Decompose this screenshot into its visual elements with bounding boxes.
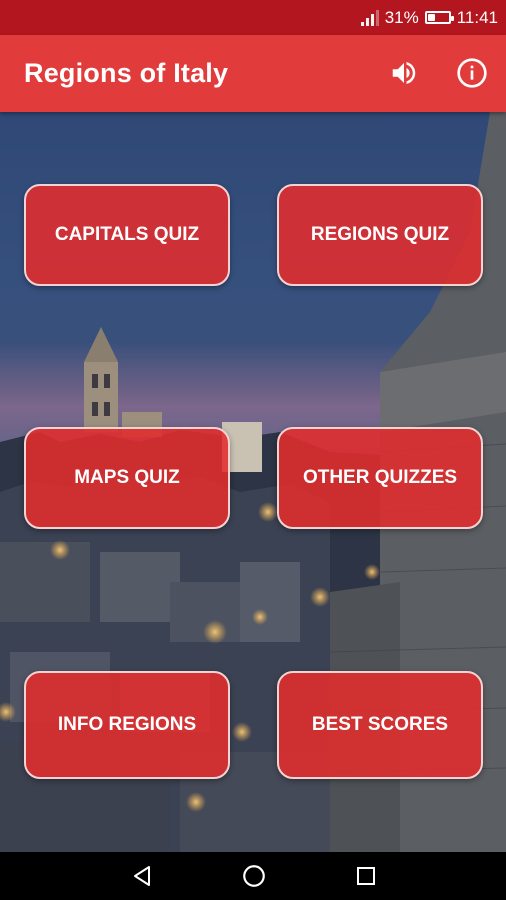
status-icons: 31% 11:41: [360, 0, 498, 35]
app-bar: Regions of Italy: [0, 35, 506, 112]
back-icon: [134, 866, 150, 886]
info-button[interactable]: [452, 53, 492, 93]
volume-button[interactable]: [384, 53, 424, 93]
home-icon: [243, 865, 265, 887]
info-icon: [457, 58, 487, 88]
recents-button[interactable]: [352, 862, 380, 890]
back-button[interactable]: [128, 862, 156, 890]
maps-quiz-button[interactable]: MAPS QUIZ: [24, 427, 230, 529]
status-bar: 31% 11:41: [0, 0, 506, 35]
battery-percent: 31%: [384, 7, 419, 27]
app-title: Regions of Italy: [24, 58, 229, 88]
other-quizzes-button[interactable]: OTHER QUIZZES: [277, 427, 483, 529]
best-scores-button[interactable]: BEST SCORES: [277, 671, 483, 779]
regions-quiz-button[interactable]: REGIONS QUIZ: [277, 184, 483, 286]
recents-icon: [357, 867, 375, 885]
home-button[interactable]: [240, 862, 268, 890]
info-regions-button[interactable]: INFO REGIONS: [24, 671, 230, 779]
background-image: CAPITALS QUIZ REGIONS QUIZ MAPS QUIZ OTH…: [0, 112, 506, 852]
signal-icon: [360, 9, 379, 26]
battery-icon: [424, 11, 454, 24]
capitals-quiz-button[interactable]: CAPITALS QUIZ: [24, 184, 230, 286]
navigation-bar: [0, 852, 506, 900]
clock: 11:41: [456, 7, 498, 27]
volume-icon: [392, 62, 416, 84]
